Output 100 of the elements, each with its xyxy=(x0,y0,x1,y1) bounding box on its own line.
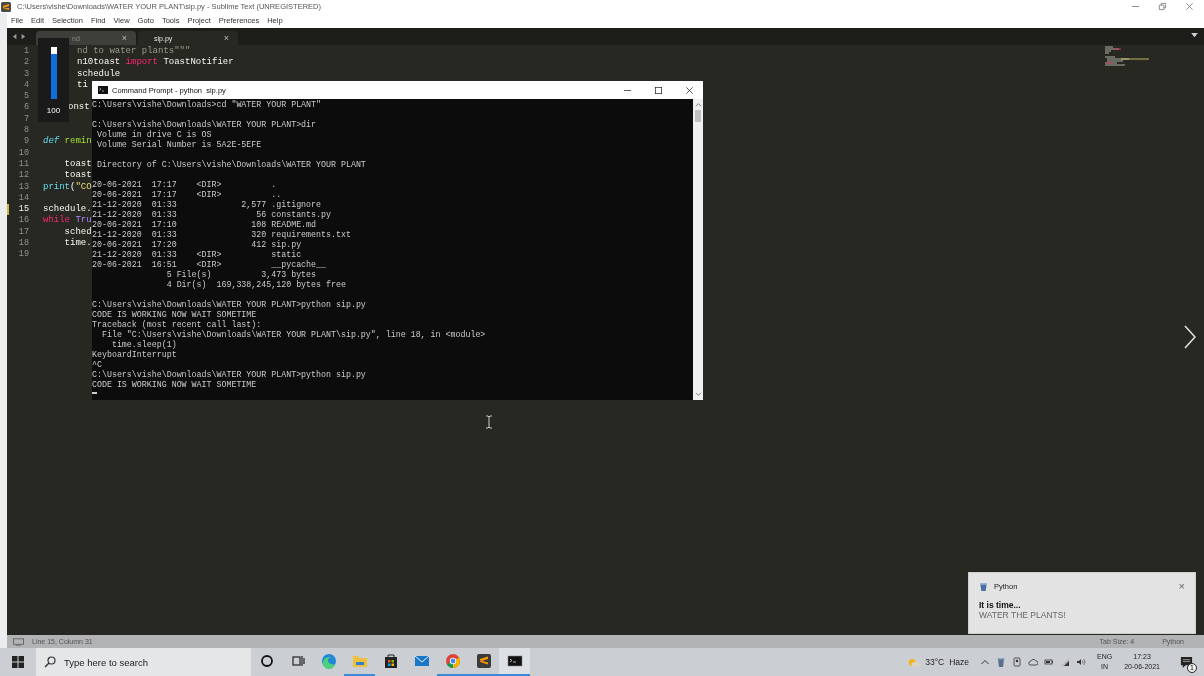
line-number: 15 xyxy=(7,204,29,216)
console-line: 20-06-2021 17:20 412 sip.py xyxy=(92,240,303,250)
line-number: 4 xyxy=(22,79,29,92)
trash-bin-icon[interactable] xyxy=(996,657,1006,667)
console-line: 4 Dir(s) 169,338,245,120 bytes free xyxy=(165,280,347,290)
console-line: CODE IS WORKING NOW WAIT SOMETIME xyxy=(92,310,258,320)
envelope-icon xyxy=(413,653,430,669)
console-line: 21-12-2020 01:33 <DIR> static xyxy=(92,250,303,260)
code-line: def remin xyxy=(43,136,92,147)
notification-title: It is time... xyxy=(979,600,1022,610)
scrollbar[interactable] xyxy=(693,99,703,400)
terminal-icon xyxy=(98,86,108,94)
line-number: 10 xyxy=(17,147,29,159)
line-number: 18 xyxy=(17,238,29,250)
chevron-right-icon[interactable] xyxy=(1184,325,1196,349)
console-line: C:\Users\vishe\Downloads\WATER YOUR PLANT>python sip.py xyxy=(92,370,367,380)
code-line: nd to water plants""" xyxy=(77,46,191,56)
restore-icon[interactable] xyxy=(1158,2,1167,11)
notification-icon[interactable] xyxy=(1179,655,1193,669)
console-line: 5 File(s) 3,473 bytes xyxy=(165,270,318,280)
text-cursor xyxy=(92,392,97,394)
tab-navigation-icon[interactable] xyxy=(12,33,26,40)
console-line: 20-06-2021 16:51 <DIR> __pycache__ xyxy=(92,260,327,270)
shopping-bag-icon xyxy=(382,653,399,669)
cloud-icon[interactable] xyxy=(1028,657,1038,667)
code-line: toast xyxy=(63,158,92,169)
line-number: 16 xyxy=(17,215,29,227)
line-number: 5 xyxy=(22,91,29,103)
folder-icon xyxy=(351,653,368,669)
text-cursor-icon xyxy=(485,415,493,429)
console-line: Traceback (most recent call last): xyxy=(92,320,263,330)
scrollbar-thumb[interactable] xyxy=(695,110,701,122)
circle-icon xyxy=(258,653,275,669)
monitor-icon[interactable] xyxy=(13,637,24,646)
minimap-drawing xyxy=(1103,46,1151,66)
taskbar-app[interactable] xyxy=(499,648,530,676)
line-number: 3 xyxy=(22,68,29,80)
sublime-logo-icon xyxy=(1,1,11,12)
notification-close[interactable]: × xyxy=(1178,581,1185,591)
wifi-icon[interactable] xyxy=(1060,657,1070,667)
code-line: while Tru xyxy=(43,215,92,226)
maximize-icon[interactable] xyxy=(654,85,663,95)
console-line: time.sleep(1) xyxy=(110,340,178,350)
line-number: 8 xyxy=(22,125,29,137)
line-number: 19 xyxy=(17,249,29,261)
line-number: 11 xyxy=(17,158,29,171)
weather-condition[interactable]: Haze xyxy=(949,657,969,667)
notification-message: WATER THE PLANTS! xyxy=(979,610,1067,620)
console-line: KeyboardInterrupt xyxy=(92,350,178,360)
dropdown-icon[interactable] xyxy=(1191,33,1198,38)
code-line: sched xyxy=(63,226,92,237)
scroll-up-icon[interactable] xyxy=(694,102,702,107)
console-line: 20-06-2021 17:17 <DIR> . xyxy=(92,180,278,190)
scroll-down-icon[interactable] xyxy=(694,392,702,397)
console-line: CODE IS WORKING NOW WAIT SOMETIME xyxy=(92,380,258,390)
sublime-logo-icon xyxy=(475,653,492,669)
line-number: 6 xyxy=(22,102,29,114)
line-number: 12 xyxy=(17,170,29,182)
code-line: print("CO xyxy=(43,181,92,192)
line-number: 14 xyxy=(17,192,29,205)
line-number: 1 xyxy=(22,46,29,58)
terminal-icon xyxy=(506,653,523,669)
line-number: 13 xyxy=(17,181,29,193)
browser-icon xyxy=(320,653,337,669)
console-line: C:\Users\vishe\Downloads\WATER YOUR PLANT>dir xyxy=(92,120,318,130)
code-line: n10toast import ToastNotifier xyxy=(77,57,234,68)
line-number: 7 xyxy=(22,113,29,126)
close-icon[interactable] xyxy=(1185,2,1194,11)
windows-start-icon[interactable] xyxy=(12,656,24,668)
console-line: Volume Serial Number is 5A2E-5EFE xyxy=(95,140,263,150)
line-number: 2 xyxy=(22,57,29,69)
console-line: 20-06-2021 17:17 <DIR> .. xyxy=(92,190,283,200)
console-line: Volume in drive C is OS xyxy=(95,130,213,140)
close-icon[interactable] xyxy=(685,85,694,95)
code-line: schedule xyxy=(77,68,121,79)
chevron-up-icon[interactable] xyxy=(980,657,990,667)
code-line: toast xyxy=(63,170,92,181)
temperature[interactable]: 33°C xyxy=(925,657,945,667)
search-field[interactable]: Type here to search xyxy=(36,648,251,676)
console-line: 21-12-2020 01:33 2,577 .gitignore xyxy=(92,200,323,209)
code-line: time. xyxy=(63,238,92,249)
console-line: C:\Users\vishe\Downloads\WATER YOUR PLANT>python sip.py xyxy=(92,300,367,310)
console-line: Directory of C:\Users\vishe\Downloads\WATER YOUR PLANT xyxy=(95,160,367,170)
speaker-icon[interactable] xyxy=(1076,657,1086,667)
console-line: C:\Users\vishe\Downloads>cd "WATER YOUR PLANT" xyxy=(92,100,323,110)
code-line: onst xyxy=(68,102,90,113)
volume-thumb[interactable] xyxy=(50,47,57,54)
console-line: ^C xyxy=(92,360,103,370)
search-icon xyxy=(44,656,56,668)
console-line: 21-12-2020 01:33 320 requirements.txt xyxy=(92,230,352,239)
code-line: schedule. xyxy=(43,204,92,215)
line-number: 17 xyxy=(17,226,29,239)
line-number: 9 xyxy=(22,136,29,148)
python-app-icon xyxy=(979,581,988,591)
chrome-icon xyxy=(444,653,461,669)
volume-value: 100 xyxy=(46,106,61,115)
code-line: ti xyxy=(77,79,88,90)
console-line: 21-12-2020 01:33 56 constants.py xyxy=(92,210,332,219)
camera-icon[interactable] xyxy=(1012,657,1022,667)
battery-icon[interactable] xyxy=(1044,657,1054,667)
